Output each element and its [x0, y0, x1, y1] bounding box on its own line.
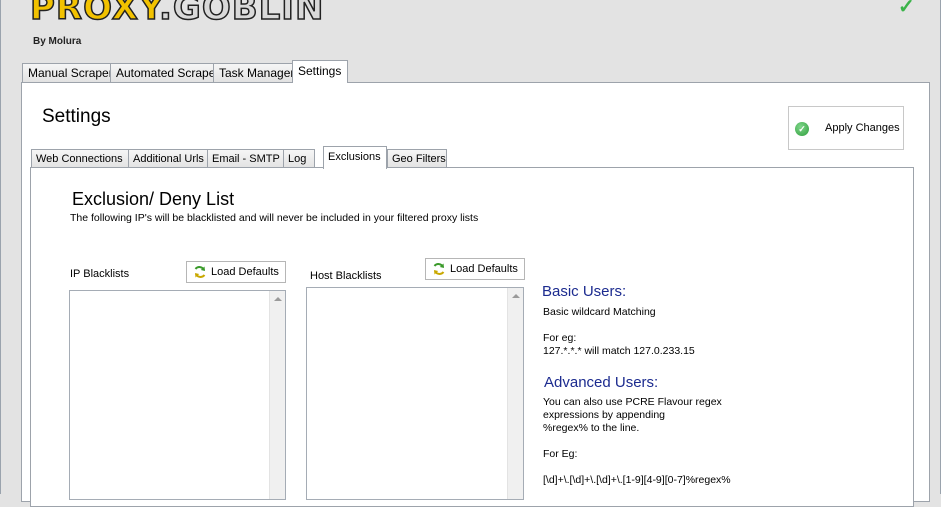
exclusions-description: The following IP's will be blacklisted a… [70, 212, 479, 224]
tab-label: Email - SMTP [212, 153, 280, 165]
tab-task-manager[interactable]: Task Manager [213, 63, 295, 82]
advanced-users-heading: Advanced Users: [544, 374, 659, 391]
basic-users-heading: Basic Users: [542, 283, 627, 300]
page-title: Settings [42, 106, 111, 127]
ip-blacklists-label: IP Blacklists [70, 268, 130, 280]
advanced-eg-label: For Eg: [543, 448, 578, 460]
tab-settings[interactable]: Settings [292, 60, 348, 83]
logo-subtitle: By Molura [33, 36, 82, 47]
tab-automated-scraper[interactable]: Automated Scraper [110, 63, 220, 82]
green-check-icon: ✓ [898, 0, 915, 18]
load-defaults-label: Load Defaults [450, 263, 518, 275]
ip-blacklist-textbox[interactable] [69, 290, 286, 500]
app-logo: PROXY.GOBLIN [29, 0, 325, 29]
apply-changes-button[interactable]: ✓ Apply Changes [788, 106, 904, 150]
refresh-icon [194, 266, 206, 278]
logo-text-proxy: PROXY [29, 0, 159, 29]
host-blacklist-textbox[interactable] [306, 287, 524, 500]
ip-load-defaults-button[interactable]: Load Defaults [186, 261, 286, 283]
tab-exclusions[interactable]: Exclusions [323, 146, 387, 169]
tab-label: Exclusions [328, 151, 381, 163]
tab-label: Settings [298, 64, 342, 78]
tab-label: Task Manager [219, 66, 295, 80]
tab-label: Geo Filters [392, 153, 446, 165]
tab-email-smtp[interactable]: Email - SMTP [207, 149, 284, 168]
advanced-text-line1: You can also use PCRE Flavour regex [543, 396, 722, 408]
advanced-example: [\d]+\.[\d]+\.[\d]+\.[1-9][4-9][0-7]%reg… [543, 474, 731, 486]
check-circle-icon: ✓ [795, 122, 809, 136]
basic-eg-label: For eg: [543, 332, 577, 344]
tab-label: Additional Urls [133, 153, 204, 165]
host-blacklists-label: Host Blacklists [310, 270, 382, 282]
tab-label: Web Connections [36, 153, 123, 165]
exclusions-title: Exclusion/ Deny List [72, 189, 235, 209]
tab-geo-filters[interactable]: Geo Filters [387, 149, 447, 168]
tab-web-connections[interactable]: Web Connections [31, 149, 129, 168]
logo-text-goblin: .GOBLIN [158, 0, 325, 29]
scroll-up-icon[interactable] [274, 297, 282, 301]
host-load-defaults-button[interactable]: Load Defaults [425, 258, 525, 280]
host-blacklist-scrollbar[interactable] [507, 288, 523, 499]
tab-additional-urls[interactable]: Additional Urls [128, 149, 208, 168]
load-defaults-label: Load Defaults [211, 266, 279, 278]
ip-blacklist-scrollbar[interactable] [269, 291, 285, 499]
refresh-icon [433, 263, 445, 275]
advanced-text-line3: %regex% to the line. [543, 422, 640, 434]
tab-label: Automated Scraper [116, 66, 220, 80]
apply-changes-label: Apply Changes [825, 122, 900, 134]
basic-users-text: Basic wildcard Matching [543, 306, 656, 318]
tab-label: Manual Scraper [28, 66, 113, 80]
tab-log[interactable]: Log [283, 149, 315, 168]
tab-label: Log [288, 153, 307, 165]
scroll-up-icon[interactable] [512, 294, 520, 298]
tab-manual-scraper[interactable]: Manual Scraper [22, 63, 113, 82]
basic-example: 127.*.*.* will match 127.0.233.15 [543, 345, 695, 357]
advanced-text-line2: expressions by appending [543, 409, 666, 421]
